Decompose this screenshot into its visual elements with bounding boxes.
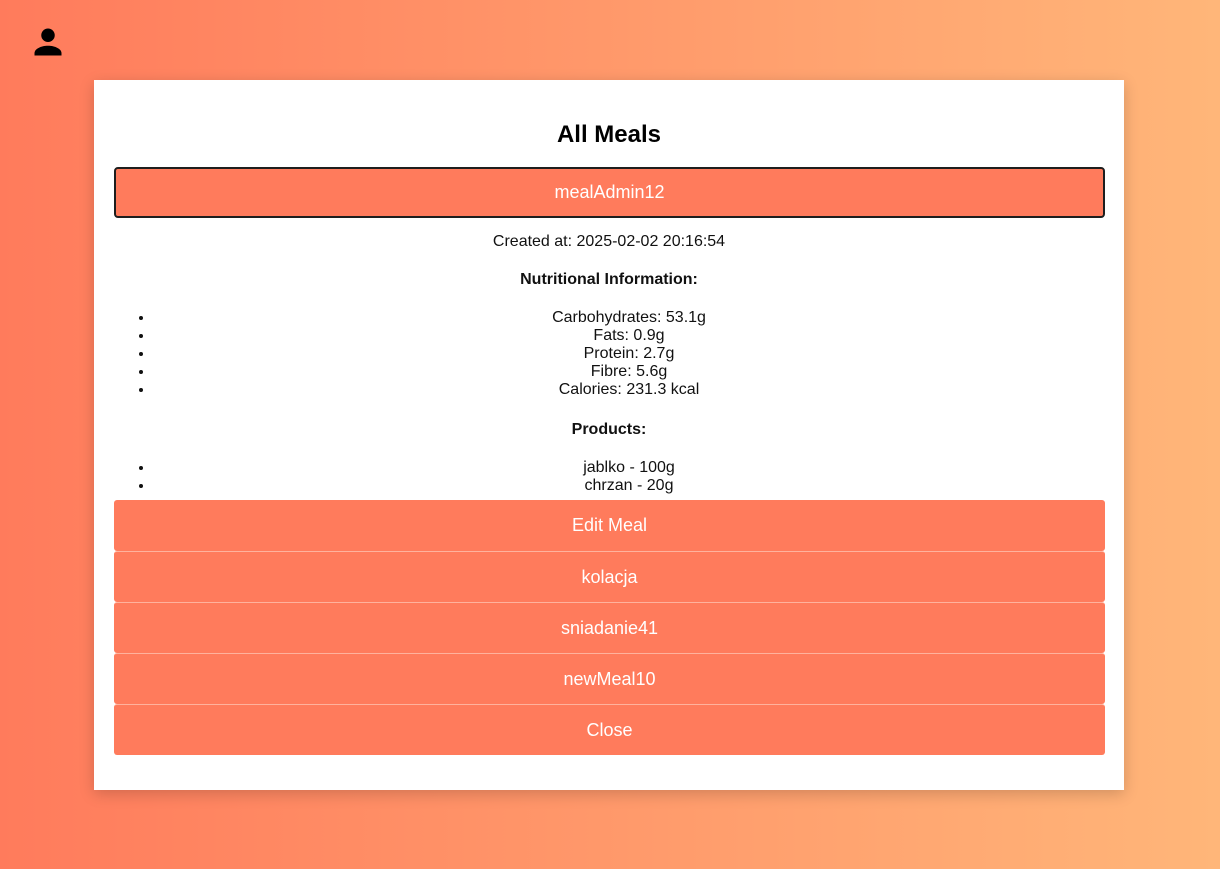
products-list: jablko - 100g chrzan - 20g: [114, 459, 1104, 495]
nutrition-list: Carbohydrates: 53.1g Fats: 0.9g Protein:…: [114, 309, 1104, 399]
user-icon: [30, 24, 66, 65]
created-at: Created at: 2025-02-02 20:16:54: [492, 233, 726, 250]
close-button[interactable]: Close: [114, 704, 1105, 755]
meal-button-newmeal10[interactable]: newMeal10: [114, 653, 1105, 704]
nutrition-item-fats: Fats: 0.9g: [154, 327, 1104, 345]
nutrition-item-calories: Calories: 231.3 kcal: [154, 381, 1104, 399]
all-meals-modal: All Meals mealAdmin12 Created at: 2025-0…: [94, 80, 1124, 790]
meal-button-selected[interactable]: mealAdmin12: [114, 167, 1105, 218]
nutrition-item-carbohydrates: Carbohydrates: 53.1g: [154, 309, 1104, 327]
profile-button[interactable]: [22, 18, 74, 70]
meal-button-kolacja[interactable]: kolacja: [114, 551, 1105, 602]
products-heading: Products:: [571, 421, 647, 438]
modal-title: All Meals: [556, 121, 662, 148]
product-item: jablko - 100g: [154, 459, 1104, 477]
meal-details: Created at: 2025-02-02 20:16:54 Nutritio…: [114, 218, 1104, 500]
nutrition-item-protein: Protein: 2.7g: [154, 345, 1104, 363]
nutrition-item-fibre: Fibre: 5.6g: [154, 363, 1104, 381]
nutrition-heading: Nutritional Information:: [520, 271, 698, 288]
edit-meal-button[interactable]: Edit Meal: [114, 500, 1105, 551]
meal-button-sniadanie41[interactable]: sniadanie41: [114, 602, 1105, 653]
product-item: chrzan - 20g: [154, 477, 1104, 495]
